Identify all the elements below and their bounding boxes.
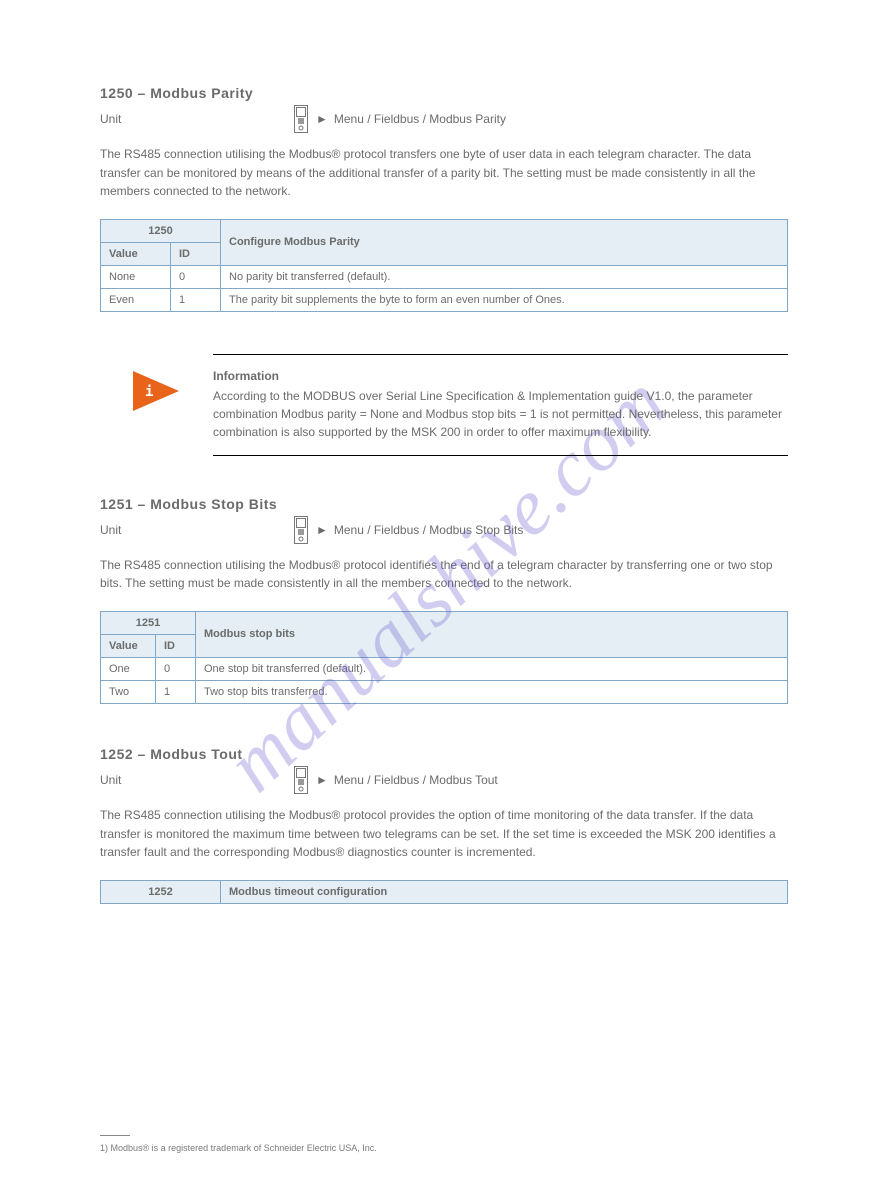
table-header-row: 1252 Modbus timeout configuration: [101, 880, 788, 903]
nav-arrow-icon: ►: [316, 112, 328, 126]
nav-arrow-icon: ►: [316, 773, 328, 787]
cell-desc: No parity bit transferred (default).: [221, 265, 788, 288]
nav-path: Menu / Fieldbus / Modbus Parity: [334, 112, 506, 126]
table-row: Two 1 Two stop bits transferred.: [101, 680, 788, 703]
cell-value: One: [101, 657, 156, 680]
section-body: The RS485 connection utilising the Modbu…: [100, 556, 788, 593]
nav-label: Unit: [100, 773, 292, 787]
table-sub-value: Value: [101, 242, 171, 265]
section-modbus-stop-bits: 1251 – Modbus Stop Bits Unit ► Menu / Fi…: [100, 496, 788, 704]
info-body: According to the MODBUS over Serial Line…: [213, 387, 788, 441]
table-header-id: 1250: [101, 219, 221, 242]
cell-value: None: [101, 265, 171, 288]
footnote: 1) Modbus® is a registered trademark of …: [100, 1143, 377, 1153]
table-sub-value: Value: [101, 634, 156, 657]
table-row: None 0 No parity bit transferred (defaul…: [101, 265, 788, 288]
divider: [213, 354, 788, 355]
table-header-desc: Modbus stop bits: [196, 611, 788, 657]
section-modbus-tout: 1252 – Modbus Tout Unit ► Menu / Fieldbu…: [100, 746, 788, 904]
section-body: The RS485 connection utilising the Modbu…: [100, 145, 788, 201]
table-header-desc: Modbus timeout configuration: [221, 880, 788, 903]
cell-value: Even: [101, 288, 171, 311]
cell-id: 0: [171, 265, 221, 288]
nav-path: Menu / Fieldbus / Modbus Stop Bits: [334, 523, 523, 537]
table-row: Even 1 The parity bit supplements the by…: [101, 288, 788, 311]
table-sub-id: ID: [171, 242, 221, 265]
section-body: The RS485 connection utilising the Modbu…: [100, 806, 788, 862]
cell-id: 1: [171, 288, 221, 311]
table-sub-id: ID: [156, 634, 196, 657]
section-title: 1252 – Modbus Tout: [100, 746, 788, 762]
svg-text:i: i: [145, 384, 153, 400]
divider: [213, 455, 788, 456]
device-icon: [294, 516, 308, 544]
nav-row: Unit ► Menu / Fieldbus / Modbus Stop Bit…: [100, 516, 788, 544]
table-header-id: 1251: [101, 611, 196, 634]
section-title: 1251 – Modbus Stop Bits: [100, 496, 788, 512]
nav-row: Unit ► Menu / Fieldbus / Modbus Tout: [100, 766, 788, 794]
cell-desc: The parity bit supplements the byte to f…: [221, 288, 788, 311]
table-header-desc: Configure Modbus Parity: [221, 219, 788, 265]
info-title: Information: [213, 369, 788, 383]
info-icon: i: [133, 371, 183, 414]
param-table: 1252 Modbus timeout configuration: [100, 880, 788, 904]
device-icon: [294, 105, 308, 133]
device-icon: [294, 766, 308, 794]
cell-value: Two: [101, 680, 156, 703]
nav-label: Unit: [100, 112, 292, 126]
param-table: 1250 Configure Modbus Parity Value ID No…: [100, 219, 788, 312]
table-row: One 0 One stop bit transferred (default)…: [101, 657, 788, 680]
section-title: 1250 – Modbus Parity: [100, 85, 788, 101]
cell-desc: One stop bit transferred (default).: [196, 657, 788, 680]
section-modbus-parity: 1250 – Modbus Parity Unit ► Menu / Field…: [100, 85, 788, 312]
nav-path: Menu / Fieldbus / Modbus Tout: [334, 773, 498, 787]
cell-id: 0: [156, 657, 196, 680]
param-table: 1251 Modbus stop bits Value ID One 0 One…: [100, 611, 788, 704]
cell-id: 1: [156, 680, 196, 703]
cell-desc: Two stop bits transferred.: [196, 680, 788, 703]
nav-label: Unit: [100, 523, 292, 537]
table-header-row: 1250 Configure Modbus Parity: [101, 219, 788, 242]
nav-row: Unit ► Menu / Fieldbus / Modbus Parity: [100, 105, 788, 133]
table-header-id: 1252: [101, 880, 221, 903]
footer-rule: [100, 1135, 130, 1136]
nav-arrow-icon: ►: [316, 523, 328, 537]
info-callout: i Information According to the MODBUS ov…: [213, 354, 788, 456]
table-header-row: 1251 Modbus stop bits: [101, 611, 788, 634]
